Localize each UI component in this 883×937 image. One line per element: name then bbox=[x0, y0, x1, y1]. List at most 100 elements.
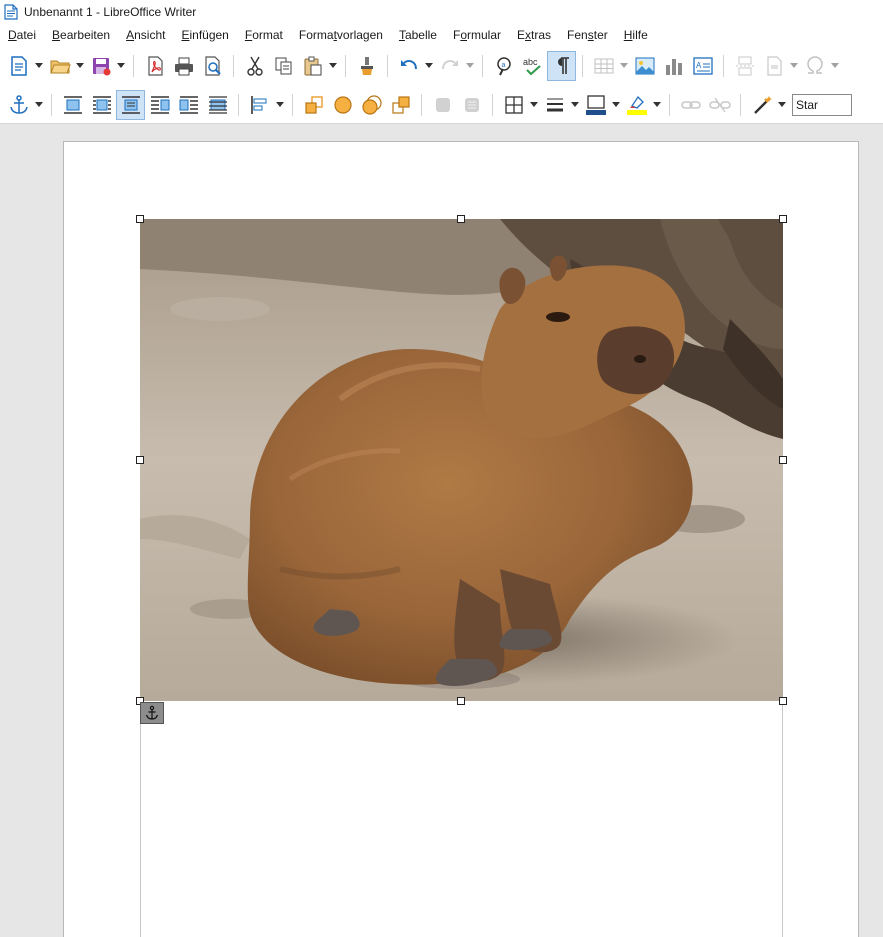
new-document-button[interactable] bbox=[4, 51, 33, 81]
redo-dropdown[interactable] bbox=[464, 51, 476, 81]
menu-format[interactable]: Format bbox=[237, 24, 291, 46]
menu-bar: Datei Bearbeiten Ansicht Einfügen Format… bbox=[0, 24, 883, 46]
find-replace-button[interactable]: a bbox=[489, 51, 518, 81]
wrap-right-button[interactable] bbox=[174, 90, 203, 120]
resize-handle-bottom-center[interactable] bbox=[457, 697, 465, 705]
style-wizard-button[interactable] bbox=[747, 90, 776, 120]
align-objects-dropdown[interactable] bbox=[274, 90, 286, 120]
chevron-down-icon bbox=[790, 63, 798, 68]
new-document-icon bbox=[10, 56, 27, 76]
chevron-down-icon bbox=[35, 63, 43, 68]
borders-button[interactable] bbox=[499, 90, 528, 120]
insert-chart-button[interactable] bbox=[659, 51, 688, 81]
undo-button[interactable] bbox=[394, 51, 423, 81]
unlink-frames-button[interactable] bbox=[705, 90, 734, 120]
save-button[interactable] bbox=[86, 51, 115, 81]
toolbar-separator bbox=[669, 93, 670, 116]
export-pdf-button[interactable] bbox=[140, 51, 169, 81]
menu-extras[interactable]: Extras bbox=[509, 24, 559, 46]
cut-button[interactable] bbox=[240, 51, 269, 81]
insert-field-icon bbox=[766, 56, 782, 76]
new-document-dropdown[interactable] bbox=[33, 51, 45, 81]
borders-dropdown[interactable] bbox=[528, 90, 540, 120]
link-frames-icon bbox=[680, 100, 701, 109]
align-objects-button[interactable] bbox=[245, 90, 274, 120]
save-dropdown[interactable] bbox=[115, 51, 127, 81]
resize-handle-top-left[interactable] bbox=[136, 215, 144, 223]
border-style-dropdown[interactable] bbox=[569, 90, 581, 120]
capybara-image[interactable] bbox=[140, 219, 783, 701]
page-break-button[interactable] bbox=[730, 51, 759, 81]
area-style-dropdown[interactable] bbox=[651, 90, 663, 120]
wrap-off-button[interactable] bbox=[58, 90, 87, 120]
bring-to-front-button[interactable] bbox=[299, 90, 328, 120]
menu-hilfe[interactable]: Hilfe bbox=[616, 24, 656, 46]
insert-textbox-button[interactable]: A bbox=[688, 51, 717, 81]
to-foreground-button[interactable] bbox=[428, 90, 457, 120]
resize-handle-bottom-right[interactable] bbox=[779, 697, 787, 705]
menu-formatvorlagen[interactable]: Formatvorlagen bbox=[291, 24, 391, 46]
menu-einfuegen[interactable]: Einfügen bbox=[173, 24, 236, 46]
paste-dropdown[interactable] bbox=[327, 51, 339, 81]
resize-handle-top-right[interactable] bbox=[779, 215, 787, 223]
insert-table-button[interactable] bbox=[589, 51, 618, 81]
menu-formular[interactable]: Formular bbox=[445, 24, 509, 46]
insert-image-button[interactable] bbox=[630, 51, 659, 81]
anchor-dropdown[interactable] bbox=[33, 90, 45, 120]
spellcheck-button[interactable]: abc bbox=[518, 51, 547, 81]
special-character-button[interactable] bbox=[800, 51, 829, 81]
image-anchor-marker[interactable] bbox=[140, 702, 164, 724]
link-frames-button[interactable] bbox=[676, 90, 705, 120]
undo-dropdown[interactable] bbox=[423, 51, 435, 81]
send-to-back-button[interactable] bbox=[386, 90, 415, 120]
menu-datei[interactable]: Datei bbox=[0, 24, 44, 46]
wrap-page-button[interactable] bbox=[87, 90, 116, 120]
print-preview-button[interactable] bbox=[198, 51, 227, 81]
to-background-button[interactable] bbox=[457, 90, 486, 120]
page-break-icon bbox=[735, 56, 754, 76]
menu-ansicht[interactable]: Ansicht bbox=[118, 24, 173, 46]
resize-handle-middle-left[interactable] bbox=[136, 456, 144, 464]
toolbar-separator bbox=[51, 93, 52, 116]
wrap-left-button[interactable] bbox=[145, 90, 174, 120]
wizard-icon bbox=[753, 95, 772, 114]
forward-one-button[interactable] bbox=[328, 90, 357, 120]
insert-image-icon bbox=[635, 57, 654, 75]
style-wizard-dropdown[interactable] bbox=[776, 90, 788, 120]
wrap-through-button[interactable] bbox=[203, 90, 232, 120]
menu-tabelle[interactable]: Tabelle bbox=[391, 24, 445, 46]
wrap-optimal-button[interactable] bbox=[116, 89, 145, 120]
border-style-icon bbox=[546, 98, 563, 111]
bring-to-front-icon bbox=[304, 95, 323, 114]
menu-fenster[interactable]: Fenster bbox=[559, 24, 616, 46]
document-page[interactable] bbox=[63, 141, 859, 937]
special-character-dropdown[interactable] bbox=[829, 51, 841, 81]
anchor-button[interactable] bbox=[4, 90, 33, 120]
paste-button[interactable] bbox=[298, 51, 327, 81]
copy-button[interactable] bbox=[269, 51, 298, 81]
border-color-dropdown[interactable] bbox=[610, 90, 622, 120]
document-workspace[interactable] bbox=[0, 125, 883, 937]
menu-bearbeiten[interactable]: Bearbeiten bbox=[44, 24, 118, 46]
border-style-button[interactable] bbox=[540, 90, 569, 120]
resize-handle-top-center[interactable] bbox=[457, 215, 465, 223]
print-button[interactable] bbox=[169, 51, 198, 81]
svg-text:abc: abc bbox=[523, 57, 538, 67]
frame-style-box[interactable]: Star bbox=[792, 93, 852, 116]
toolbar-separator bbox=[133, 55, 134, 77]
redo-button[interactable] bbox=[435, 51, 464, 81]
find-replace-icon: a bbox=[496, 57, 511, 76]
toolbar-separator bbox=[387, 55, 388, 77]
border-color-button[interactable] bbox=[581, 90, 610, 120]
back-one-button[interactable] bbox=[357, 90, 386, 120]
image-toolbar: Star bbox=[0, 86, 883, 124]
formatting-marks-toggle[interactable] bbox=[547, 51, 576, 81]
open-button[interactable] bbox=[45, 51, 74, 81]
area-style-button[interactable] bbox=[622, 90, 651, 120]
insert-field-dropdown[interactable] bbox=[788, 51, 800, 81]
resize-handle-middle-right[interactable] bbox=[779, 456, 787, 464]
clone-formatting-button[interactable] bbox=[352, 51, 381, 81]
insert-field-button[interactable] bbox=[759, 51, 788, 81]
open-dropdown[interactable] bbox=[74, 51, 86, 81]
insert-table-dropdown[interactable] bbox=[618, 51, 630, 81]
